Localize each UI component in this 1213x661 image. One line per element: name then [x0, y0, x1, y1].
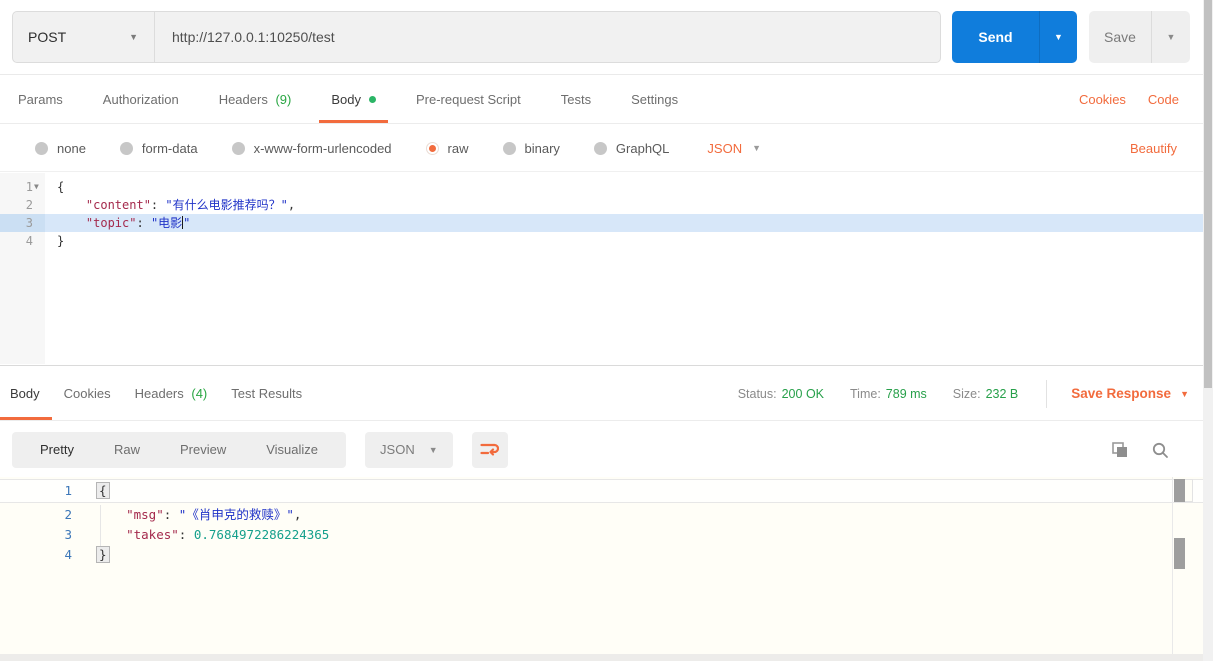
- headers-count: (9): [275, 92, 292, 107]
- response-inner-scrollbar-thumb[interactable]: [1174, 538, 1185, 569]
- tab-settings[interactable]: Settings: [631, 76, 678, 123]
- beautify-link[interactable]: Beautify: [1130, 141, 1203, 156]
- save-response-button[interactable]: Save Response ▼: [1071, 386, 1189, 401]
- chevron-down-icon: ▼: [1166, 32, 1176, 42]
- request-url-bar: POST ▼ http://127.0.0.1:10250/test Send …: [0, 0, 1203, 75]
- response-tab-cookies[interactable]: Cookies: [64, 367, 111, 420]
- tab-body[interactable]: Body: [319, 76, 388, 123]
- radio-binary[interactable]: binary: [502, 141, 560, 156]
- tab-pre-request-script[interactable]: Pre-request Script: [416, 76, 521, 123]
- tab-links: Cookies Code: [1079, 76, 1203, 123]
- view-preview[interactable]: Preview: [160, 442, 246, 457]
- send-split-button: Send ▼: [952, 11, 1077, 63]
- save-button[interactable]: Save: [1089, 11, 1152, 63]
- response-view-group: Pretty Raw Preview Visualize: [12, 431, 347, 468]
- time-value: 789 ms: [885, 386, 927, 401]
- chevron-down-icon: ▼: [428, 444, 438, 455]
- radio-none[interactable]: none: [35, 141, 86, 156]
- wrap-lines-button[interactable]: [471, 431, 508, 468]
- radio-icon: [502, 141, 516, 155]
- response-body-viewer: 1 { 2 "msg": "《肖申克的救赎》", 3 "takes": 0.76…: [0, 477, 1203, 655]
- response-meta-bar: Body Cookies Headers (4) Test Results St…: [0, 367, 1203, 421]
- response-code-line-active: 1 {: [0, 479, 1203, 503]
- request-body-editor[interactable]: 1 ▼ { 2 "content": "有什么电影推荐吗？", 3 "topic…: [0, 173, 1203, 366]
- size-value: 232 B: [985, 386, 1019, 401]
- chevron-down-icon: ▼: [129, 32, 138, 42]
- radio-icon: [593, 141, 607, 155]
- raw-format-select[interactable]: JSON ▼: [707, 141, 761, 156]
- wrap-lines-icon: [480, 442, 500, 457]
- response-tab-test-results[interactable]: Test Results: [231, 367, 302, 420]
- radio-form-data[interactable]: form-data: [119, 141, 198, 156]
- save-options-button[interactable]: ▼: [1152, 11, 1190, 63]
- page-scrollbar-thumb[interactable]: [1204, 0, 1212, 388]
- fold-caret-icon[interactable]: ▼: [34, 178, 39, 196]
- size-stat: Size: 232 B: [952, 386, 1019, 401]
- response-scrollbar-thumb[interactable]: [1174, 479, 1185, 502]
- chevron-down-icon: ▼: [1054, 32, 1063, 42]
- time-stat: Time: 789 ms: [850, 386, 927, 401]
- request-code-line: 4 }: [25, 234, 65, 248]
- view-raw[interactable]: Raw: [94, 442, 160, 457]
- view-pretty[interactable]: Pretty: [20, 442, 94, 457]
- body-type-bar: none form-data x-www-form-urlencoded raw…: [0, 125, 1203, 172]
- response-code-line: 4 }: [0, 545, 1203, 565]
- radio-graphql[interactable]: GraphQL: [593, 141, 669, 156]
- tab-authorization[interactable]: Authorization: [103, 76, 179, 123]
- search-icon[interactable]: [1151, 441, 1169, 459]
- chevron-down-icon: ▼: [752, 143, 761, 153]
- save-split-button: Save ▼: [1089, 11, 1190, 63]
- response-code-line: 2 "msg": "《肖申克的救赎》",: [64, 507, 302, 522]
- method-select[interactable]: POST ▼: [13, 12, 155, 62]
- view-visualize[interactable]: Visualize: [246, 442, 338, 457]
- radio-raw[interactable]: raw: [425, 141, 469, 156]
- response-format-select[interactable]: JSON ▼: [365, 431, 453, 468]
- radio-icon: [119, 141, 133, 155]
- url-group: POST ▼ http://127.0.0.1:10250/test: [12, 11, 941, 63]
- response-code-line: 3 "takes": 0.7684972286224365: [64, 527, 330, 542]
- radio-selected-icon: [425, 141, 439, 155]
- tab-tests[interactable]: Tests: [561, 76, 591, 123]
- response-tab-headers[interactable]: Headers (4): [135, 367, 208, 420]
- cookies-link[interactable]: Cookies: [1079, 92, 1126, 107]
- chevron-down-icon: ▼: [1180, 388, 1189, 399]
- radio-x-www-form-urlencoded[interactable]: x-www-form-urlencoded: [231, 141, 392, 156]
- response-actions: [1111, 441, 1203, 459]
- tab-params[interactable]: Params: [18, 76, 63, 123]
- code-link[interactable]: Code: [1148, 92, 1179, 107]
- request-code-line: 1 ▼ {: [25, 178, 65, 196]
- radio-icon: [231, 141, 245, 155]
- response-toolbar: Pretty Raw Preview Visualize JSON ▼: [0, 422, 1203, 477]
- request-tabs: Params Authorization Headers (9) Body Pr…: [0, 76, 1203, 124]
- response-headers-count: (4): [191, 386, 208, 401]
- method-label: POST: [28, 29, 67, 45]
- url-input[interactable]: http://127.0.0.1:10250/test: [155, 12, 940, 62]
- response-tab-body[interactable]: Body: [0, 367, 52, 420]
- status-stat: Status: 200 OK: [737, 386, 824, 401]
- request-code-line: 2 "content": "有什么电影推荐吗？",: [25, 198, 296, 212]
- body-modified-dot: [368, 96, 376, 103]
- request-code-line-active: 3 "topic": "电影": [0, 214, 1203, 232]
- url-text: http://127.0.0.1:10250/test: [172, 29, 335, 45]
- response-stats: Status: 200 OK Time: 789 ms Size: 232 B …: [712, 367, 1203, 420]
- tab-headers[interactable]: Headers (9): [219, 76, 292, 123]
- radio-icon: [35, 141, 48, 155]
- status-value: 200 OK: [781, 386, 824, 401]
- send-button[interactable]: Send: [952, 11, 1040, 63]
- divider: [1046, 379, 1048, 408]
- page-scrollbar-track: [1203, 0, 1213, 661]
- copy-icon[interactable]: [1111, 441, 1129, 459]
- divider: [1172, 477, 1173, 655]
- send-options-button[interactable]: ▼: [1040, 11, 1077, 63]
- footer-strip: [0, 654, 1203, 661]
